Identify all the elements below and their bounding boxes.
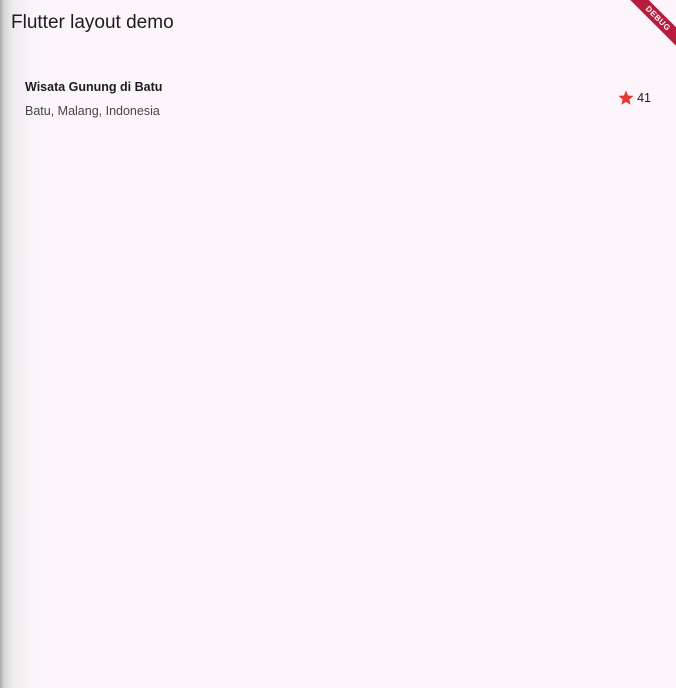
rating-count: 41 [637,91,651,105]
app-bar-title: Flutter layout demo [11,12,174,33]
place-location: Batu, Malang, Indonesia [25,104,160,118]
app-bar: Flutter layout demo [0,0,676,46]
place-name: Wisata Gunung di Batu [25,80,163,94]
title-section: Wisata Gunung di Batu Batu, Malang, Indo… [25,76,651,124]
rating: 41 [617,89,651,107]
star-icon [618,90,634,105]
